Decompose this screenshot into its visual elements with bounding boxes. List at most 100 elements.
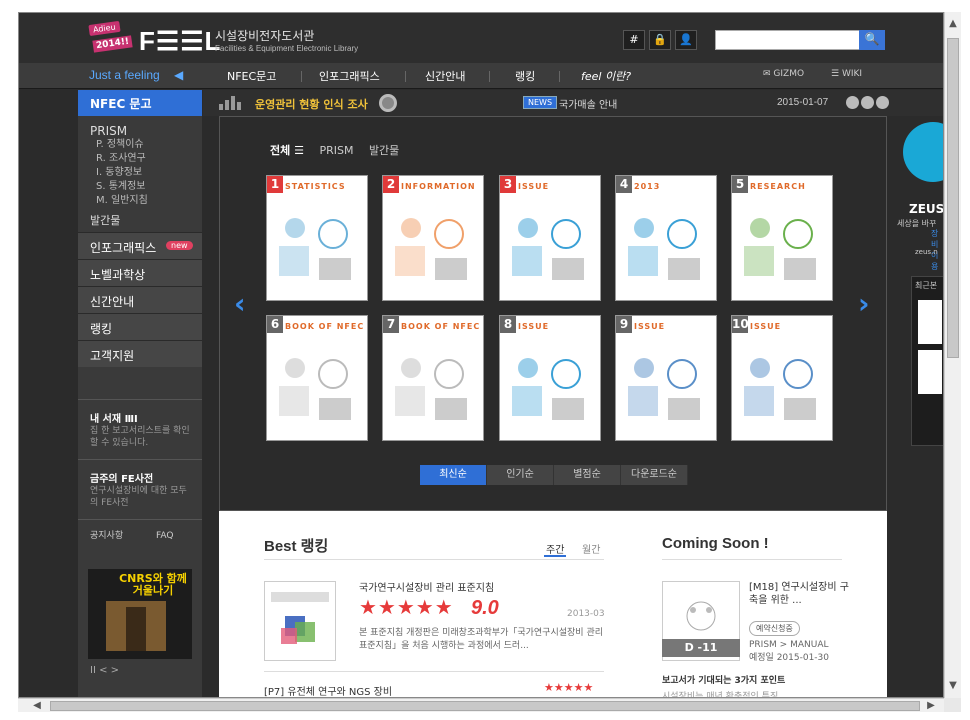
- prev-news-button[interactable]: [846, 96, 859, 109]
- sort-downloads[interactable]: 다운로드순: [621, 465, 688, 485]
- d-day-badge: D -11: [662, 639, 740, 657]
- next-arrow-icon[interactable]: ›: [858, 287, 870, 320]
- sidebar-item-support[interactable]: 고객지원: [78, 340, 202, 367]
- browser-viewport: Adieu 2014!! F☰☰L 시설장비전자도서관 Facilities &…: [18, 12, 944, 698]
- book-rank-badge: 5: [732, 176, 748, 193]
- sidebar-subitem-m[interactable]: M. 일반지침: [90, 194, 190, 208]
- book-rank-badge: 10: [732, 316, 749, 333]
- gear-icon: [379, 94, 397, 112]
- book-illustration: [624, 206, 708, 288]
- book-illustration: [275, 346, 359, 428]
- divider: [264, 559, 604, 560]
- book-card[interactable]: 5 RESEARCH: [731, 175, 833, 301]
- sidebar-item-nfec[interactable]: NFEC 문고: [78, 90, 202, 116]
- book-card[interactable]: 4 2013: [615, 175, 717, 301]
- scroll-down-icon[interactable]: ▼: [945, 678, 961, 694]
- fe-dictionary-box[interactable]: 금주의 FE사전 연구시설장비에 대한 모두의 FE사전: [78, 459, 202, 519]
- sidebar-item-nobel[interactable]: 노벨과학상: [78, 259, 202, 286]
- sidebar-item-ranking[interactable]: 랭킹: [78, 313, 202, 340]
- sidebar-item-infographics[interactable]: 인포그래픽스 new: [78, 232, 202, 259]
- sidebar-subitem-r[interactable]: R. 조사연구: [90, 152, 190, 166]
- nav-ranking[interactable]: 랭킹: [515, 68, 535, 84]
- new-badge: new: [166, 241, 193, 250]
- gizmo-link[interactable]: ✉ GIZMO: [763, 69, 804, 79]
- book-card[interactable]: 9 ISSUE: [615, 315, 717, 441]
- book-card[interactable]: 6 BOOK OF NFEC: [266, 315, 368, 441]
- book-rank-badge: 2: [383, 176, 399, 193]
- rating-stars: ★★★★★: [359, 595, 454, 619]
- search-icon[interactable]: 🔍: [859, 30, 885, 50]
- sidebar-subitem-s[interactable]: S. 통계정보: [90, 180, 190, 194]
- scroll-thumb-h[interactable]: [50, 701, 920, 711]
- book-card[interactable]: 10 ISSUE: [731, 315, 833, 441]
- scroll-up-icon[interactable]: ▲: [945, 16, 961, 32]
- book-card[interactable]: 8 ISSUE: [499, 315, 601, 441]
- fe-dictionary-title: 금주의 FE사전: [90, 474, 154, 485]
- best-item-2[interactable]: [P7] 유전체 연구와 NGS 장비: [264, 683, 392, 697]
- sidebar-item-new-books[interactable]: 신간안내: [78, 286, 202, 313]
- bar-chart-icon: [219, 96, 243, 110]
- weekly-tab[interactable]: 주간: [546, 541, 564, 556]
- monthly-tab[interactable]: 월간: [582, 541, 600, 556]
- sidebar-item-prism[interactable]: PRISM: [90, 124, 190, 138]
- zeus-url: zeus.n: [915, 248, 938, 256]
- my-shelf-box[interactable]: 내 서재 ⅢⅠ 집 한 보고서리스트를 확인할 수 있습니다.: [78, 399, 202, 459]
- wiki-link[interactable]: ☰ WIKI: [831, 69, 862, 79]
- cnrs-banner[interactable]: CNRS와 함께 거울나기: [88, 569, 192, 659]
- sort-rating[interactable]: 별점순: [554, 465, 621, 485]
- book-card[interactable]: 7 BOOK OF NFEC: [382, 315, 484, 441]
- coming-path: PRISM > MANUAL: [749, 640, 829, 650]
- year-label: 2014!!: [92, 35, 133, 53]
- sort-popular[interactable]: 인기순: [487, 465, 554, 485]
- scroll-thumb[interactable]: [947, 38, 959, 358]
- book-header: ISSUE: [518, 322, 550, 331]
- book-card[interactable]: 2 INFORMATION: [382, 175, 484, 301]
- nav-infographics[interactable]: 인포그래픽스: [319, 68, 380, 84]
- news-text[interactable]: 국가매솔 안내: [559, 96, 617, 111]
- survey-link[interactable]: 운영관리 현황 인식 조사: [255, 96, 368, 112]
- horizontal-scrollbar[interactable]: ◀ ▶: [18, 698, 944, 712]
- book-header: BOOK OF NFEC: [401, 322, 481, 331]
- pause-news-button[interactable]: [861, 96, 874, 109]
- book-header: INFORMATION: [401, 182, 476, 191]
- next-news-button[interactable]: [876, 96, 889, 109]
- recent-book[interactable]: [918, 350, 942, 394]
- tab-prism[interactable]: PRISM: [319, 144, 353, 157]
- sidebar-item-publication[interactable]: 발간물: [90, 212, 190, 228]
- lock-icon[interactable]: 🔒: [649, 30, 671, 50]
- banner-pager[interactable]: II < >: [90, 665, 190, 676]
- book-card[interactable]: 1 STATISTICS: [266, 175, 368, 301]
- nav-nfec[interactable]: NFEC문고: [227, 68, 276, 84]
- prev-arrow-icon[interactable]: ‹: [234, 287, 246, 320]
- notice-link[interactable]: 공지사항: [90, 531, 123, 541]
- wiki-label: WIKI: [841, 69, 863, 79]
- tab-underline: [544, 555, 566, 557]
- sort-options: 최신순 인기순 별점순 다운로드순: [420, 465, 688, 485]
- tab-all[interactable]: 전체 ☰: [270, 144, 304, 157]
- my-shelf-desc: 집 한 보고서리스트를 확인할 수 있습니다.: [90, 426, 190, 448]
- book-cover[interactable]: [264, 581, 336, 661]
- reserve-button[interactable]: 예약신청중: [749, 621, 800, 636]
- vertical-scrollbar[interactable]: ▲ ▼: [944, 12, 961, 698]
- sidebar-subitem-p[interactable]: P. 정책이슈: [90, 138, 190, 152]
- hash-button[interactable]: #: [623, 30, 645, 50]
- sidebar-subitem-i[interactable]: I. 동향정보: [90, 166, 190, 180]
- recent-book[interactable]: [918, 300, 942, 344]
- coming-book-title[interactable]: [M18] 연구시설장비 구축을 위한 ...: [749, 581, 849, 607]
- book-card[interactable]: 3 ISSUE: [499, 175, 601, 301]
- nav-feel-about[interactable]: feel 이란?: [581, 68, 631, 84]
- tab-publication[interactable]: 발간물: [369, 144, 399, 157]
- nav-new-books[interactable]: 신간안내: [425, 68, 465, 84]
- book-rank-badge: 6: [267, 316, 283, 333]
- divider: [662, 559, 842, 560]
- scroll-right-icon[interactable]: ▶: [924, 699, 938, 713]
- search-input[interactable]: [715, 30, 861, 50]
- book-rank-badge: 7: [383, 316, 399, 333]
- scroll-left-icon[interactable]: ◀: [30, 699, 44, 713]
- right-banner[interactable]: ZEUS 세상을 바꾸 장비이용 zeus.n 최근본: [887, 116, 943, 446]
- user-icon[interactable]: 👤: [675, 30, 697, 50]
- feel-logo[interactable]: F☰☰L: [139, 28, 221, 54]
- sort-latest[interactable]: 최신순: [420, 465, 487, 485]
- faq-link[interactable]: FAQ: [156, 531, 173, 541]
- best-item-title[interactable]: 국가연구시설장비 관리 표준지침: [359, 579, 494, 594]
